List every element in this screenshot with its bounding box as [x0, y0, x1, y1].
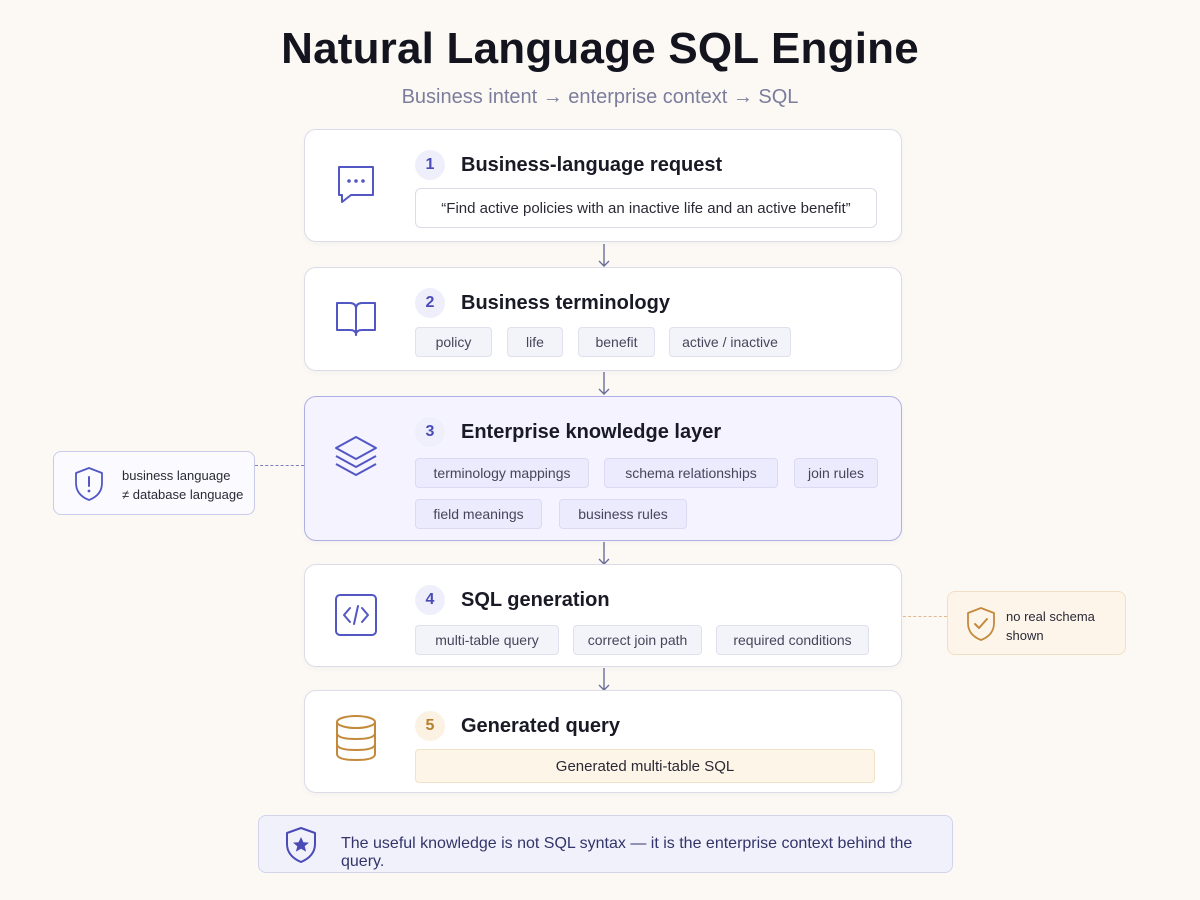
database-icon	[333, 713, 379, 763]
sql-chip: multi-table query	[415, 625, 559, 655]
page-title: Natural Language SQL Engine	[281, 24, 919, 73]
side-note-line: ≠ database language	[122, 487, 244, 502]
shield-check-icon	[964, 605, 998, 643]
step-card-request: 1 Business-language request “Find active…	[304, 129, 902, 242]
step-card-terminology: 2 Business terminology policy life benef…	[304, 267, 902, 371]
request-quote: “Find active policies with an inactive l…	[415, 188, 877, 228]
flow-arrow	[596, 371, 612, 397]
step-card-generated-query: 5 Generated query Generated multi-table …	[304, 690, 902, 793]
step-card-sql-generation: 4 SQL generation multi-table query corre…	[304, 564, 902, 667]
step-title: Business-language request	[461, 154, 723, 176]
layers-icon	[333, 434, 379, 484]
page-subtitle: Business intent → enterprise context → S…	[401, 86, 799, 108]
term-chip: benefit	[578, 327, 655, 357]
shield-alert-icon	[72, 465, 106, 503]
step-number: 4	[415, 585, 445, 615]
step-title: Business terminology	[461, 292, 670, 314]
flow-arrow	[596, 243, 612, 269]
footer-callout: The useful knowledge is not SQL syntax —…	[258, 815, 953, 873]
knowledge-chip: join rules	[794, 458, 878, 488]
footer-text: The useful knowledge is not SQL syntax —…	[341, 835, 913, 870]
step-number: 3	[415, 417, 445, 447]
knowledge-chip: terminology mappings	[415, 458, 589, 488]
knowledge-chip: business rules	[559, 499, 687, 529]
step-number: 1	[415, 150, 445, 180]
step-title: Enterprise knowledge layer	[461, 421, 722, 443]
side-note-schema: no real schema shown	[947, 591, 1126, 655]
generated-sql-box: Generated multi-table SQL	[415, 749, 875, 783]
side-note-language: business language ≠ database language	[53, 451, 255, 515]
sql-chip: correct join path	[573, 625, 702, 655]
term-chip: life	[507, 327, 563, 357]
side-note-connector	[255, 465, 304, 466]
side-note-line: business language	[122, 468, 231, 483]
side-note-connector	[903, 616, 947, 617]
side-note-line: shown	[1006, 628, 1044, 643]
step-title: Generated query	[461, 715, 620, 737]
shield-star-icon	[283, 825, 319, 865]
step-title: SQL generation	[461, 589, 610, 611]
chat-bubble-icon	[333, 161, 379, 207]
step-card-knowledge-layer: 3 Enterprise knowledge layer terminology…	[304, 396, 902, 541]
book-icon	[333, 295, 379, 341]
side-note-line: no real schema	[1006, 609, 1095, 624]
step-number: 2	[415, 288, 445, 318]
knowledge-chip: schema relationships	[604, 458, 778, 488]
term-chip: active / inactive	[669, 327, 791, 357]
sql-chip: required conditions	[716, 625, 869, 655]
term-chip: policy	[415, 327, 492, 357]
code-icon	[333, 592, 379, 638]
knowledge-chip: field meanings	[415, 499, 542, 529]
step-number: 5	[415, 711, 445, 741]
